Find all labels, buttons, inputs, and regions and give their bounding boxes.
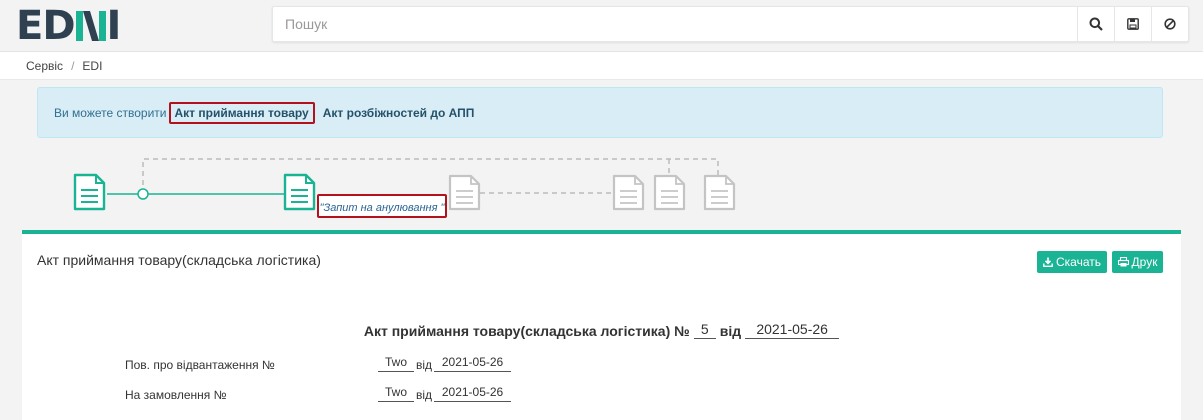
print-button[interactable]: Друк (1112, 251, 1163, 273)
cancellation-request-label[interactable]: "Запит на анулювання " (320, 202, 446, 214)
clear-search-button[interactable] (1151, 7, 1188, 41)
alert-prefix: Ви можете створити (54, 105, 167, 120)
create-acceptance-act-link[interactable]: Акт приймання товару (175, 106, 309, 120)
document-icon[interactable] (653, 174, 686, 211)
document-panel: Акт приймання товару(складська логістика… (22, 230, 1181, 420)
document-icon[interactable] (283, 173, 316, 211)
shipment-notice-row: Пов. про відвантаження № Two від 2021-05… (125, 350, 512, 372)
search-input[interactable] (273, 7, 1077, 41)
save-search-button[interactable] (1114, 7, 1151, 41)
order-number: Two (378, 383, 414, 402)
timeline-node (137, 188, 149, 200)
document-icon[interactable] (612, 174, 645, 211)
top-bar: ED I (0, 0, 1203, 52)
breadcrumb-item-edi[interactable]: EDI (82, 59, 102, 73)
panel-title: Акт приймання товару(складська логістика… (37, 252, 321, 268)
logo-n-mark (75, 11, 106, 41)
create-document-alert: Ви можете створити Акт приймання товару … (37, 87, 1163, 138)
create-discrepancy-act-link[interactable]: Акт розбіжностей до АПП (323, 106, 475, 120)
document-heading: Акт приймання товару(складська логістика… (22, 320, 1181, 339)
breadcrumb-item-service[interactable]: Сервіс (26, 59, 63, 73)
document-icon[interactable] (448, 174, 481, 211)
search-icon (1089, 17, 1103, 31)
document-icon[interactable] (703, 174, 736, 211)
breadcrumb: Сервіс / EDI (0, 52, 1203, 80)
document-icon[interactable] (73, 173, 106, 211)
document-number: 5 (693, 320, 716, 339)
download-icon (1043, 257, 1053, 267)
search-button[interactable] (1077, 7, 1114, 41)
document-date: 2021-05-26 (745, 320, 840, 339)
ban-icon (1164, 18, 1176, 30)
order-row: На замовлення № Two від 2021-05-26 (125, 380, 512, 402)
breadcrumb-separator: / (71, 58, 75, 73)
edin-logo[interactable]: ED I (16, 6, 121, 46)
highlight-box: Акт приймання товару (168, 101, 315, 124)
shipment-notice-number: Two (378, 353, 414, 372)
printer-icon (1117, 257, 1129, 267)
order-date: 2021-05-26 (434, 383, 512, 402)
search-bar (272, 6, 1189, 42)
document-chain-timeline: "Запит на анулювання " (73, 158, 736, 218)
shipment-notice-date: 2021-05-26 (434, 353, 512, 372)
download-button[interactable]: Скачать (1037, 251, 1107, 273)
floppy-disk-icon (1127, 18, 1139, 30)
